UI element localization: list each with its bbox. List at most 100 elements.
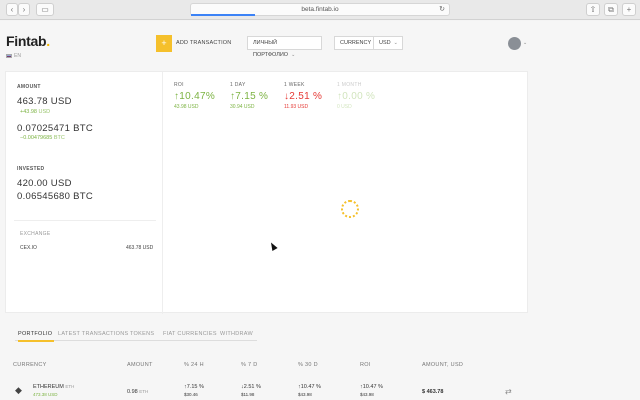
portfolio-select[interactable]: ЛИЧНЫЙ ПОРТФОЛИО ⌄: [247, 36, 322, 58]
currency-select[interactable]: USD ⌄: [373, 36, 403, 50]
active-tab-indicator: [18, 340, 54, 342]
stat-sub-value: 30.94 USD: [230, 104, 255, 110]
currency-label: CURRENCY: [334, 36, 374, 50]
currency-price: 473.38 USD: [33, 392, 58, 397]
flag-icon: [6, 53, 12, 58]
change-7d-usd: $11.98: [241, 392, 255, 397]
currency-cell: ETHEREUM ETH 473.38 USD: [33, 384, 74, 397]
invested-usd: 420.00 USD: [17, 178, 72, 189]
exchange-value: 463.78 USD: [126, 245, 154, 251]
logo[interactable]: Fintab.: [6, 33, 50, 49]
url-text: beta.fintab.io: [301, 6, 339, 13]
column-30d: % 30 D: [298, 362, 318, 368]
portfolio-summary: AMOUNT 463.78 USD +43.98 USD 0.07025471 …: [6, 72, 163, 314]
amount-btc-change: −0.00479685 BTC: [20, 135, 65, 141]
change-7d-cell: ↓2.51 % $11.98: [241, 384, 261, 397]
invested-btc: 0.06545680 BTC: [17, 191, 94, 202]
stat-value: ↑0.00 %: [337, 91, 376, 102]
amount-usd-change-unit: USD: [38, 109, 51, 115]
amount-unit: ETH: [139, 389, 149, 394]
chevron-down-icon: ⌄: [393, 40, 398, 46]
stat-label: ROI: [174, 82, 184, 88]
change-30d-cell: ↑10.47 % $43.98: [298, 384, 321, 397]
reload-icon[interactable]: ↻: [439, 4, 445, 15]
amount-btc-change-value: −0.00479685: [20, 135, 53, 141]
chevron-down-icon[interactable]: ⌄: [523, 40, 527, 46]
change-30d-value: ↑10.47 %: [298, 384, 321, 390]
roi-value: ↑10.47 %: [360, 384, 383, 390]
forward-icon[interactable]: ›: [18, 3, 30, 16]
amount-cell: 0.98 ETH: [127, 389, 148, 395]
add-transaction-button[interactable]: ADD TRANSACTION: [176, 40, 231, 46]
change-24h-usd: $30.46: [184, 392, 198, 397]
exchange-name[interactable]: CEX.IO: [20, 245, 37, 251]
change-7d-value: ↓2.51 %: [241, 384, 261, 390]
tabs-icon[interactable]: ⧉: [604, 3, 618, 16]
amount-usd-cell: $ 463.78: [422, 389, 444, 395]
table-row[interactable]: ◆ ETHEREUM ETH 473.38 USD 0.98 ETH ↑7.15…: [0, 378, 640, 400]
add-transaction-plus-icon[interactable]: +: [156, 35, 172, 52]
column-amount-usd: AMOUNT, USD: [422, 362, 464, 368]
amount-label: AMOUNT: [17, 84, 41, 90]
browser-toolbar: ‹ › ▭ beta.fintab.io ↻ ⇧ ⧉ +: [0, 0, 640, 20]
amount-value: 0.98: [127, 389, 138, 395]
stat-1-month: 1 MONTH ↑0.00 % 0 USD: [337, 82, 375, 110]
column-roi: ROI: [360, 362, 371, 368]
invested-label: INVESTED: [17, 166, 45, 172]
swap-icon[interactable]: ⇄: [505, 387, 512, 396]
stat-value: ↑7.15 %: [230, 91, 269, 102]
share-icon[interactable]: ⇧: [586, 3, 600, 16]
exchange-label: EXCHANGE: [20, 231, 51, 237]
stat-sub-value: 11.93 USD: [284, 104, 309, 110]
amount-btc: 0.07025471 BTC: [17, 123, 94, 134]
stat-label: 1 WEEK: [284, 82, 305, 88]
back-icon[interactable]: ‹: [6, 3, 18, 16]
currency-select-value: USD: [379, 40, 391, 46]
page-load-progress: [191, 14, 255, 16]
tab-fiat-currencies[interactable]: FIAT CURRENCIES: [163, 331, 217, 337]
column-currency: CURRENCY: [13, 362, 47, 368]
chevron-down-icon: ⌄: [291, 52, 296, 58]
language-label: EN: [14, 53, 21, 59]
tab-withdraw[interactable]: WITHDRAW: [220, 331, 253, 337]
currency-name: ETHEREUM: [33, 384, 64, 390]
amount-btc-change-unit: BTC: [53, 135, 65, 141]
avatar[interactable]: [508, 37, 521, 50]
column-24h: % 24 H: [184, 362, 204, 368]
roi-cell: ↑10.47 % $43.98: [360, 384, 383, 397]
stat-1-day: 1 DAY ↑7.15 % 30.94 USD: [230, 82, 268, 110]
tab-portfolio[interactable]: PORTFOLIO: [18, 331, 52, 337]
column-amount: AMOUNT: [127, 362, 153, 368]
stat-1-week: 1 WEEK ↓2.51 % 11.93 USD: [284, 82, 322, 110]
change-24h-cell: ↑7.15 % $30.46: [184, 384, 204, 397]
logo-text: Fintab: [6, 33, 47, 49]
summary-card: AMOUNT 463.78 USD +43.98 USD 0.07025471 …: [5, 71, 528, 314]
currency-ticker: ETH: [65, 384, 75, 389]
tab-tokens[interactable]: TOKENS: [130, 331, 154, 337]
stat-value: ↓2.51 %: [284, 91, 323, 102]
column-7d: % 7 D: [241, 362, 258, 368]
stat-sub-value: 0 USD: [337, 104, 352, 110]
language-switch[interactable]: EN: [6, 53, 21, 59]
address-bar[interactable]: beta.fintab.io ↻: [190, 3, 450, 16]
mouse-cursor-icon: [268, 241, 278, 251]
roi-usd: $43.98: [360, 392, 374, 397]
loading-spinner-icon: [341, 200, 359, 218]
portfolio-tabs: PORTFOLIO LATEST TRANSACTIONS TOKENS FIA…: [15, 327, 257, 342]
new-tab-icon[interactable]: +: [622, 3, 636, 16]
change-24h-value: ↑7.15 %: [184, 384, 204, 390]
amount-usd-change-value: +43.98: [20, 109, 37, 115]
app: Fintab. EN + ADD TRANSACTION ЛИЧНЫЙ ПОРТ…: [0, 21, 640, 400]
stat-roi: ROI ↑10.47% 43.98 USD: [174, 82, 215, 110]
stat-label: 1 DAY: [230, 82, 246, 88]
stat-label: 1 MONTH: [337, 82, 362, 88]
stat-value: ↑10.47%: [174, 91, 216, 102]
change-30d-usd: $43.98: [298, 392, 312, 397]
amount-usd: 463.78 USD: [17, 96, 72, 107]
divider: [14, 220, 156, 221]
tab-latest-transactions[interactable]: LATEST TRANSACTIONS: [58, 331, 129, 337]
sidebar-icon[interactable]: ▭: [36, 3, 54, 16]
portfolio-select-value: ЛИЧНЫЙ ПОРТФОЛИО: [253, 40, 289, 58]
ethereum-icon: ◆: [15, 385, 22, 395]
stat-sub-value: 43.98 USD: [174, 104, 199, 110]
